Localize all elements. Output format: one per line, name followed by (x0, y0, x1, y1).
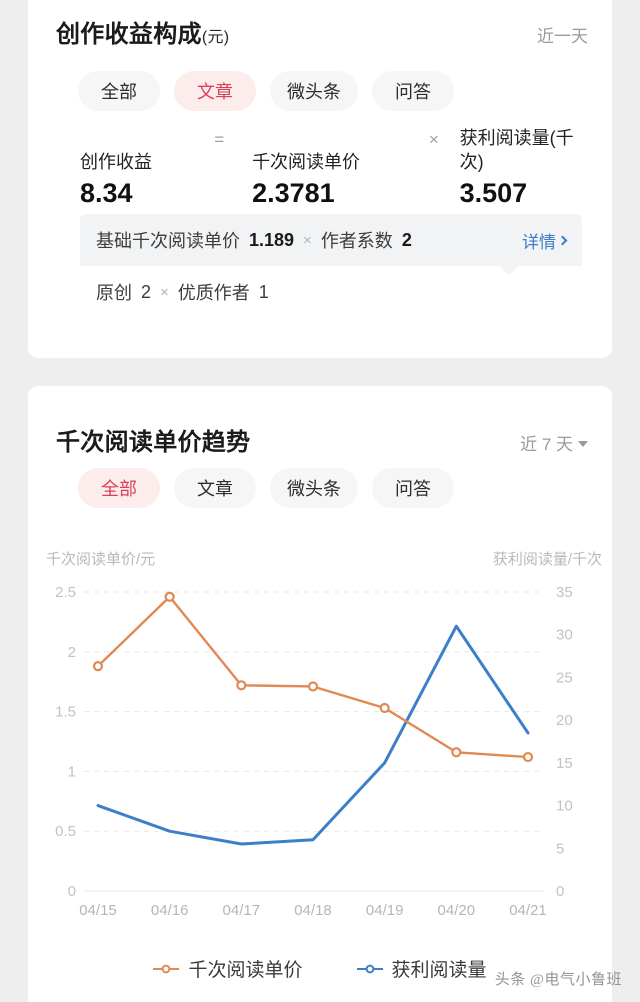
formula-term-cpm-value: 2.3781 (252, 177, 335, 208)
trend-card-title: 千次阅读单价趋势 (56, 429, 251, 456)
tab-trend-weitoutiao-label: 微头条 (287, 479, 341, 499)
formula-term-income-value: 8.34 (80, 177, 133, 208)
trend-range-label: 近 7 天 (520, 435, 573, 454)
tab-income-qa-label: 问答 (395, 82, 431, 102)
formula-term-cpm: 千次阅读单价 2.3781 (252, 150, 408, 210)
tab-trend-all[interactable]: 全部 (78, 468, 160, 508)
trend-range-selector[interactable]: 近 7 天 (520, 430, 588, 455)
income-card-title: 创作收益构成(元) (56, 14, 229, 49)
legend-label-cpm: 千次阅读单价 (188, 960, 303, 981)
income-card-range[interactable]: 近一天 (537, 22, 588, 47)
income-card-title-unit: (元) (201, 29, 230, 46)
breakdown-operator-multiply-2: × (160, 283, 169, 301)
cpm-trend-card: 千次阅读单价趋势 近 7 天 全部 文章 微头条 问答 (28, 386, 612, 1002)
income-card-title-text: 创作收益构成 (56, 21, 202, 48)
tab-income-article[interactable]: 文章 (174, 71, 256, 111)
income-card-range-label: 近一天 (537, 27, 588, 46)
formula-operator-multiply: × (428, 130, 439, 149)
tab-income-weitoutiao[interactable]: 微头条 (270, 71, 358, 111)
quality-author-label: 优质作者 (177, 283, 250, 303)
formula-term-income-label: 创作收益 (80, 152, 152, 173)
tab-income-all-label: 全部 (101, 82, 137, 102)
formula-term-cpm-label: 千次阅读单价 (252, 152, 361, 173)
formula-term-income: 创作收益 8.34 (80, 150, 186, 210)
tab-income-article-label: 文章 (197, 82, 233, 102)
tab-trend-all-label: 全部 (101, 479, 137, 499)
app-root: 创作收益构成(元) 近一天 全部 文章 微头条 问答 创作收益 8.34 = 千… (0, 0, 640, 1002)
income-formula: 创作收益 8.34 = 千次阅读单价 2.3781 × 获利阅读量(千次) 3.… (80, 126, 582, 210)
cpm-breakdown-panel: 基础千次阅读单价 1.189 × 作者系数 2 详情 原创 2 × 优质作者 1 (80, 214, 582, 318)
formula-term-reads-value: 3.507 (459, 177, 528, 208)
watermark: 头条 @电气小鲁班 (494, 972, 622, 988)
base-cpm-label: 基础千次阅读单价 (96, 231, 240, 251)
formula-operator-equals: = (214, 130, 225, 149)
original-label: 原创 (96, 283, 132, 303)
tab-trend-qa-label: 问答 (395, 479, 431, 499)
income-card-header: 创作收益构成(元) 近一天 (56, 14, 588, 49)
tab-trend-article[interactable]: 文章 (174, 468, 256, 508)
author-coefficient-label: 作者系数 (320, 231, 393, 251)
author-coefficient-value: 2 (401, 229, 412, 250)
original-value: 2 (141, 281, 152, 302)
legend-marker-orange-icon (153, 964, 180, 973)
chart-left-axis-label: 千次阅读单价/元 (46, 551, 156, 568)
cpm-breakdown-primary-text: 基础千次阅读单价 1.189 × 作者系数 2 (96, 227, 412, 253)
chevron-down-icon (578, 440, 588, 447)
formula-term-reads: 获利阅读量(千次) 3.507 (460, 126, 582, 210)
breakdown-operator-multiply-1: × (303, 231, 312, 249)
detail-link[interactable]: 详情 (522, 228, 568, 253)
tab-trend-qa[interactable]: 问答 (372, 468, 454, 508)
tab-trend-article-label: 文章 (197, 479, 233, 499)
trend-card-tabs: 全部 文章 微头条 问答 (78, 468, 454, 508)
base-cpm-value: 1.189 (249, 229, 295, 250)
legend-marker-blue-icon (356, 964, 383, 973)
formula-term-reads-label: 获利阅读量(千次) (459, 128, 574, 173)
trend-card-header: 千次阅读单价趋势 近 7 天 (56, 422, 588, 457)
income-composition-card: 创作收益构成(元) 近一天 全部 文章 微头条 问答 创作收益 8.34 = 千… (28, 0, 612, 358)
chevron-right-icon (557, 235, 568, 245)
quality-author-value: 1 (258, 281, 269, 302)
tab-income-all[interactable]: 全部 (78, 71, 160, 111)
legend-label-reads: 获利阅读量 (391, 960, 487, 981)
cpm-breakdown-row-primary: 基础千次阅读单价 1.189 × 作者系数 2 详情 (80, 214, 582, 275)
cpm-breakdown-secondary-text: 原创 2 × 优质作者 1 (96, 279, 269, 305)
tab-trend-weitoutiao[interactable]: 微头条 (270, 468, 358, 508)
detail-link-label: 详情 (522, 232, 556, 252)
legend-item-cpm[interactable]: 千次阅读单价 (153, 955, 303, 982)
income-card-tabs: 全部 文章 微头条 问答 (78, 71, 454, 111)
chart-right-axis-label: 获利阅读量/千次 (492, 551, 602, 568)
tab-income-weitoutiao-label: 微头条 (287, 82, 341, 102)
tab-income-qa[interactable]: 问答 (372, 71, 454, 111)
legend-item-reads[interactable]: 获利阅读量 (356, 955, 487, 982)
